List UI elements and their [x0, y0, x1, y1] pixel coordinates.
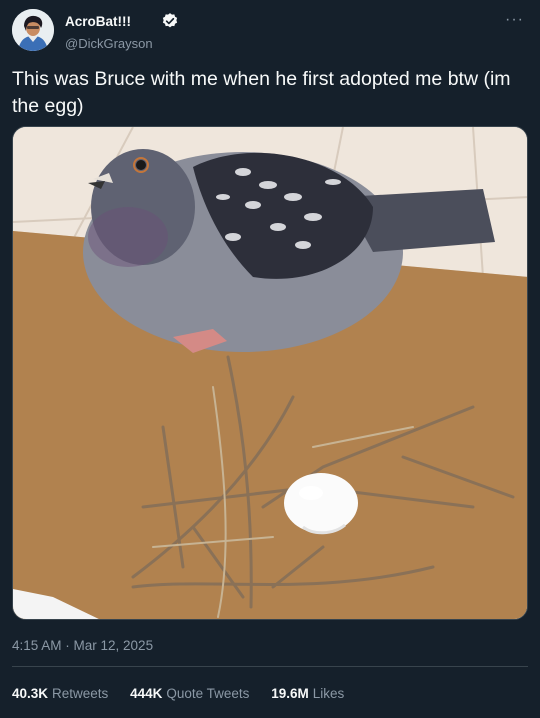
tweet-header: AcroBat!!! @DickGrayson ··· [12, 9, 528, 55]
verified-badge-icon [161, 12, 179, 30]
quote-tweets-stat[interactable]: 444K Quote Tweets [130, 686, 249, 701]
likes-count: 19.6M [271, 686, 309, 701]
user-handle[interactable]: @DickGrayson [65, 36, 153, 51]
avatar[interactable] [12, 9, 54, 51]
tweet-text: This was Bruce with me when he first ado… [12, 68, 511, 117]
quote-tweets-label: Quote Tweets [166, 686, 250, 701]
divider [12, 666, 528, 667]
tweet-timestamp[interactable]: 4:15 AM · Mar 12, 2025 [12, 638, 153, 653]
tweet-media-image[interactable] [12, 126, 528, 620]
display-name[interactable]: AcroBat!!! [65, 14, 131, 29]
tweet-stats: 40.3K Retweets 444K Quote Tweets 19.6M Like… [12, 686, 362, 701]
retweets-label: Retweets [52, 686, 109, 701]
likes-label: Likes [312, 686, 345, 701]
retweets-count: 40.3K [12, 686, 49, 701]
quote-tweets-count: 444K [130, 686, 163, 701]
retweets-stat[interactable]: 40.3K Retweets [12, 686, 108, 701]
more-horizontal-icon[interactable]: ··· [505, 11, 524, 29]
likes-stat[interactable]: 19.6M Likes [271, 686, 344, 701]
